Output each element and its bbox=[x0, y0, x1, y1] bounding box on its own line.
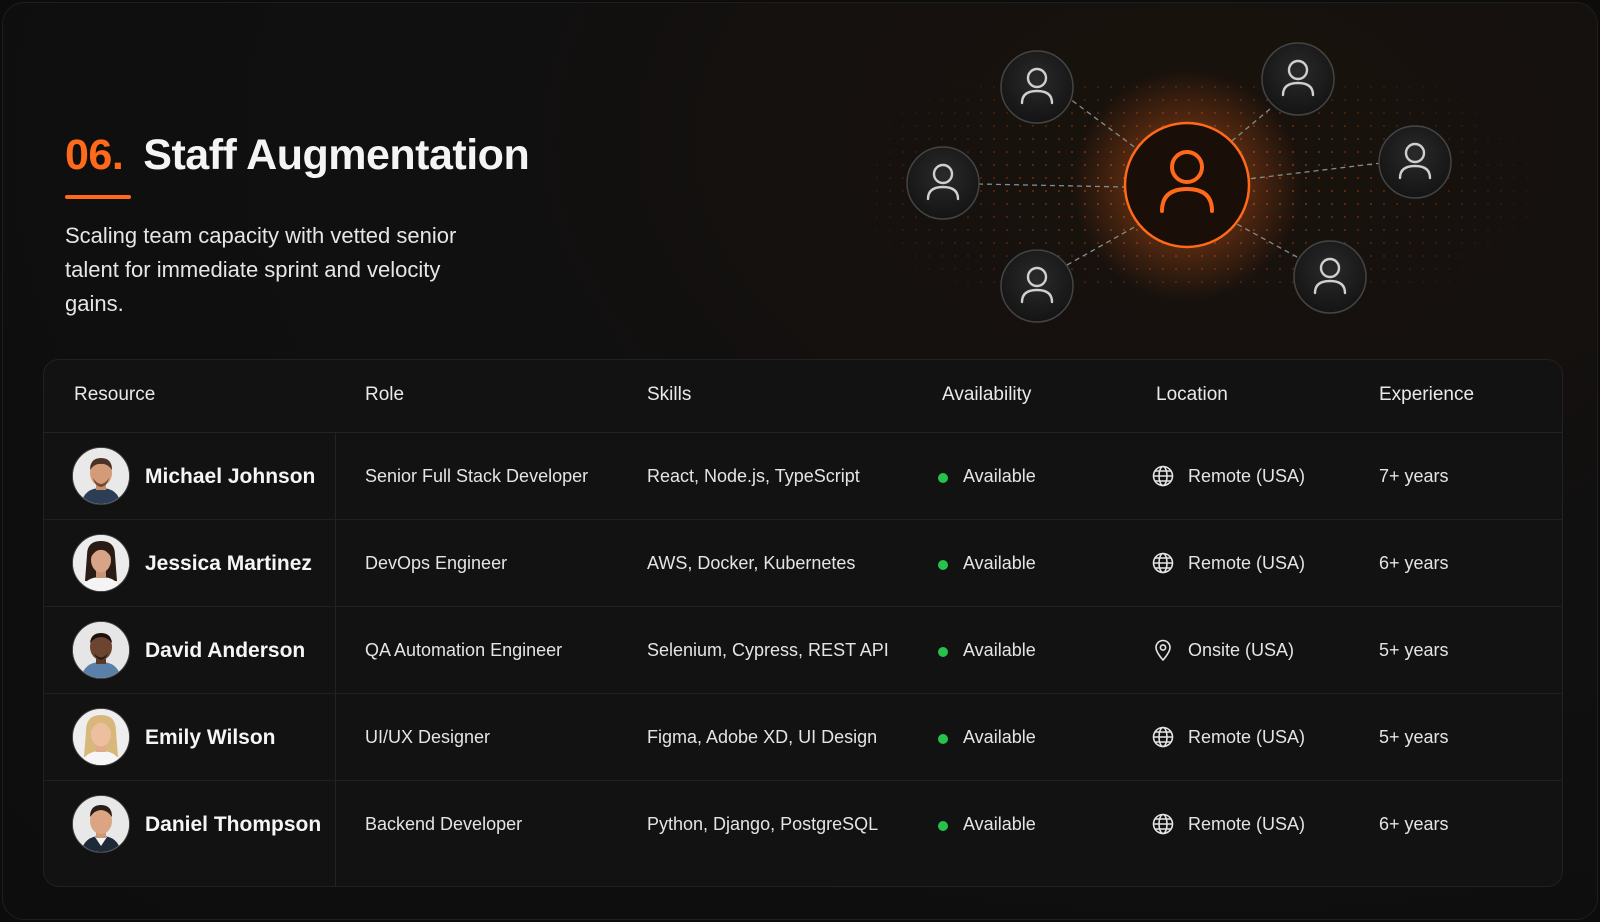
section-number: 06. bbox=[65, 131, 124, 179]
location-cell: Remote (USA) bbox=[1188, 727, 1306, 747]
status-dot-icon bbox=[938, 560, 948, 570]
skills-cell: React, Node.js, TypeScript bbox=[647, 466, 860, 486]
globe-icon bbox=[1152, 726, 1174, 748]
table-row[interactable]: David Anderson QA Automation Engineer Se… bbox=[44, 606, 1562, 694]
availability-cell: Available bbox=[963, 640, 1036, 660]
column-header-location: Location bbox=[1156, 384, 1228, 405]
page-subtitle: Scaling team capacity with vetted senior… bbox=[65, 223, 457, 316]
availability-cell: Available bbox=[963, 466, 1036, 486]
skills-cell: Python, Django, PostgreSQL bbox=[647, 814, 879, 834]
team-member-node bbox=[1293, 240, 1367, 314]
table-row[interactable]: Michael Johnson Senior Full Stack Develo… bbox=[44, 432, 1562, 520]
role-cell: DevOps Engineer bbox=[365, 553, 508, 573]
map-pin-icon bbox=[1155, 639, 1171, 662]
avatar bbox=[72, 534, 130, 592]
resource-name: Emily Wilson bbox=[145, 726, 276, 749]
resource-name: Daniel Thompson bbox=[145, 813, 322, 836]
column-header-skills: Skills bbox=[647, 384, 692, 405]
status-dot-icon bbox=[938, 647, 948, 657]
column-header-availability: Availability bbox=[942, 384, 1032, 405]
status-dot-icon bbox=[938, 473, 948, 483]
slide-frame: 06. Staff Augmentation Scaling team capa… bbox=[2, 2, 1598, 920]
avatar bbox=[72, 621, 130, 679]
team-network-illustration bbox=[823, 42, 1563, 323]
resource-name: David Anderson bbox=[145, 639, 306, 662]
experience-cell: 7+ years bbox=[1379, 466, 1449, 486]
location-cell: Onsite (USA) bbox=[1188, 640, 1295, 660]
skills-cell: Selenium, Cypress, REST API bbox=[647, 640, 889, 660]
table-row[interactable]: Daniel Thompson Backend Developer Python… bbox=[44, 780, 1562, 867]
location-cell: Remote (USA) bbox=[1188, 466, 1306, 486]
column-header-experience: Experience bbox=[1379, 384, 1475, 405]
team-member-node bbox=[1000, 249, 1074, 323]
experience-cell: 6+ years bbox=[1379, 814, 1449, 834]
avatar bbox=[72, 795, 130, 853]
team-member-node bbox=[1261, 42, 1335, 116]
section-header: 06. Staff Augmentation bbox=[65, 131, 530, 199]
column-header-role: Role bbox=[365, 384, 405, 405]
role-cell: UI/UX Designer bbox=[365, 727, 491, 747]
avatar bbox=[72, 447, 130, 505]
globe-icon bbox=[1152, 465, 1174, 487]
title-underline bbox=[65, 195, 131, 199]
status-dot-icon bbox=[938, 821, 948, 831]
availability-cell: Available bbox=[963, 727, 1036, 747]
availability-cell: Available bbox=[963, 553, 1036, 573]
page-title: Staff Augmentation bbox=[143, 131, 530, 179]
role-cell: QA Automation Engineer bbox=[365, 640, 563, 660]
team-member-node bbox=[1378, 125, 1452, 199]
staff-table: Resource Role Skills Availability Locati… bbox=[43, 359, 1563, 887]
experience-cell: 5+ years bbox=[1379, 640, 1449, 660]
skills-cell: AWS, Docker, Kubernetes bbox=[647, 553, 856, 573]
center-user-icon bbox=[1123, 121, 1251, 249]
location-cell: Remote (USA) bbox=[1188, 814, 1306, 834]
team-member-node bbox=[1000, 50, 1074, 124]
team-member-node bbox=[906, 146, 980, 220]
avatar bbox=[72, 708, 130, 766]
experience-cell: 5+ years bbox=[1379, 727, 1449, 747]
role-cell: Backend Developer bbox=[365, 814, 523, 834]
globe-icon bbox=[1152, 552, 1174, 574]
table-row[interactable]: Jessica Martinez DevOps Engineer AWS, Do… bbox=[44, 519, 1562, 607]
status-dot-icon bbox=[938, 734, 948, 744]
availability-cell: Available bbox=[963, 814, 1036, 834]
table-header: Resource Role Skills Availability Locati… bbox=[44, 360, 1562, 433]
column-header-resource: Resource bbox=[74, 384, 156, 405]
title-row: 06. Staff Augmentation bbox=[65, 131, 530, 180]
resource-name: Michael Johnson bbox=[145, 465, 316, 488]
resource-name: Jessica Martinez bbox=[145, 552, 312, 575]
table-row[interactable]: Emily Wilson UI/UX Designer Figma, Adobe… bbox=[44, 693, 1562, 781]
skills-cell: Figma, Adobe XD, UI Design bbox=[647, 727, 878, 747]
location-cell: Remote (USA) bbox=[1188, 553, 1306, 573]
experience-cell: 6+ years bbox=[1379, 553, 1449, 573]
role-cell: Senior Full Stack Developer bbox=[365, 466, 589, 486]
globe-icon bbox=[1152, 813, 1174, 835]
